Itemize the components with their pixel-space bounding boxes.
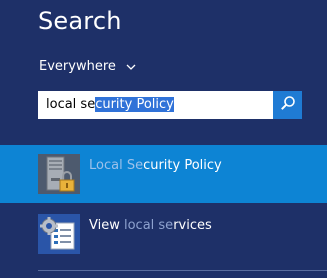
scope-dropdown[interactable]: Everywhere bbox=[39, 58, 137, 76]
scope-label: Everywhere bbox=[39, 59, 116, 74]
result-item-view-local-services[interactable]: View local services bbox=[0, 205, 327, 263]
search-icon bbox=[280, 95, 296, 115]
result-label-match: Local Se bbox=[89, 158, 144, 173]
local-security-policy-icon bbox=[38, 154, 80, 194]
search-button[interactable] bbox=[273, 91, 302, 119]
search-input[interactable]: local security Policy bbox=[38, 91, 273, 119]
result-label-rest: curity Policy bbox=[143, 158, 222, 173]
services-icon bbox=[38, 214, 80, 254]
result-label-suffix: rvices bbox=[173, 218, 212, 233]
search-title: Search bbox=[38, 7, 122, 35]
search-query-plain: local se bbox=[46, 97, 96, 112]
result-item-local-security-policy[interactable]: Local Security Policy bbox=[0, 145, 327, 203]
search-query: local security Policy bbox=[46, 91, 174, 119]
result-label-prefix: View bbox=[89, 218, 124, 233]
result-label: Local Security Policy bbox=[89, 157, 222, 175]
search-pane: Search Everywhere local security Policy bbox=[0, 0, 327, 278]
chevron-down-icon bbox=[125, 61, 137, 73]
search-query-selected: curity Policy bbox=[95, 97, 174, 112]
result-label-match: local se bbox=[123, 218, 174, 233]
result-label: View local services bbox=[89, 217, 212, 235]
results-divider bbox=[38, 270, 327, 271]
